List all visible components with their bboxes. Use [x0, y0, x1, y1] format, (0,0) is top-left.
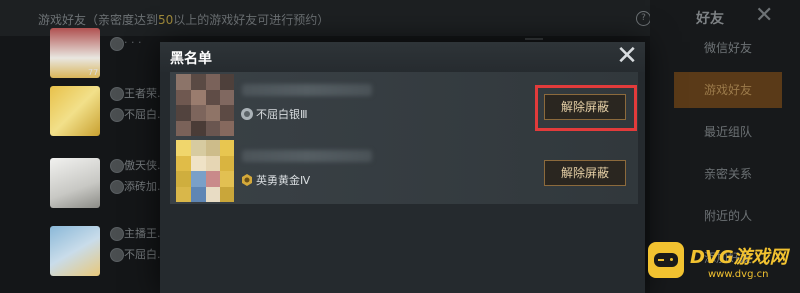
- watermark-url: www.dvg.cn: [708, 269, 769, 280]
- blacklist-entry: 英勇黄金Ⅳ 解除屏蔽: [170, 138, 638, 204]
- player-name-blurred: [242, 84, 372, 96]
- watermark-logo: DVG游戏网 www.dvg.cn: [648, 238, 798, 290]
- unblock-button[interactable]: 解除屏蔽: [544, 94, 626, 120]
- unblock-button[interactable]: 解除屏蔽: [544, 160, 626, 186]
- watermark-brand: DVG游戏网: [690, 247, 788, 268]
- player-rank: 不屈白银Ⅲ: [256, 108, 308, 121]
- gamepad-icon: [648, 242, 684, 278]
- rank-icon: [110, 248, 124, 262]
- rank-icon: [110, 37, 124, 51]
- sidebar-item-wechat-friends[interactable]: 微信好友: [674, 30, 782, 66]
- sidebar-item-nearby[interactable]: 附近的人: [674, 198, 782, 234]
- gold-rank-icon: [240, 172, 254, 186]
- rank-icon: [110, 159, 124, 173]
- avatar: [50, 158, 100, 208]
- avatar: [176, 74, 234, 136]
- avatar: [50, 226, 100, 276]
- sidebar-title: 好友: [696, 11, 724, 27]
- blacklist-dialog: 黑名单 ✕ 不屈白银Ⅲ 解除屏蔽 英勇黄金Ⅳ 解除屏蔽: [160, 42, 645, 293]
- rank-icon: [110, 108, 124, 122]
- dialog-header: 黑名单 ✕: [160, 42, 645, 72]
- player-name-blurred: [242, 150, 372, 162]
- friend-name: · · ·: [124, 36, 142, 49]
- rank-icon: [110, 180, 124, 194]
- silver-rank-icon: [240, 106, 254, 120]
- blacklist-entry: 不屈白银Ⅲ 解除屏蔽: [170, 72, 638, 138]
- close-icon[interactable]: ✕: [755, 3, 773, 28]
- sidebar-item-intimacy[interactable]: 亲密关系: [674, 156, 782, 192]
- rank-icon: [110, 87, 124, 101]
- sidebar-item-recent-team[interactable]: 最近组队: [674, 114, 782, 150]
- dialog-title: 黑名单: [170, 51, 212, 67]
- close-icon[interactable]: ✕: [612, 42, 642, 72]
- avatar: [176, 140, 234, 202]
- player-rank: 英勇黄金Ⅳ: [256, 174, 311, 187]
- avatar: [50, 86, 100, 136]
- rank-icon: [110, 227, 124, 241]
- sidebar-item-game-friends[interactable]: 游戏好友: [674, 72, 782, 108]
